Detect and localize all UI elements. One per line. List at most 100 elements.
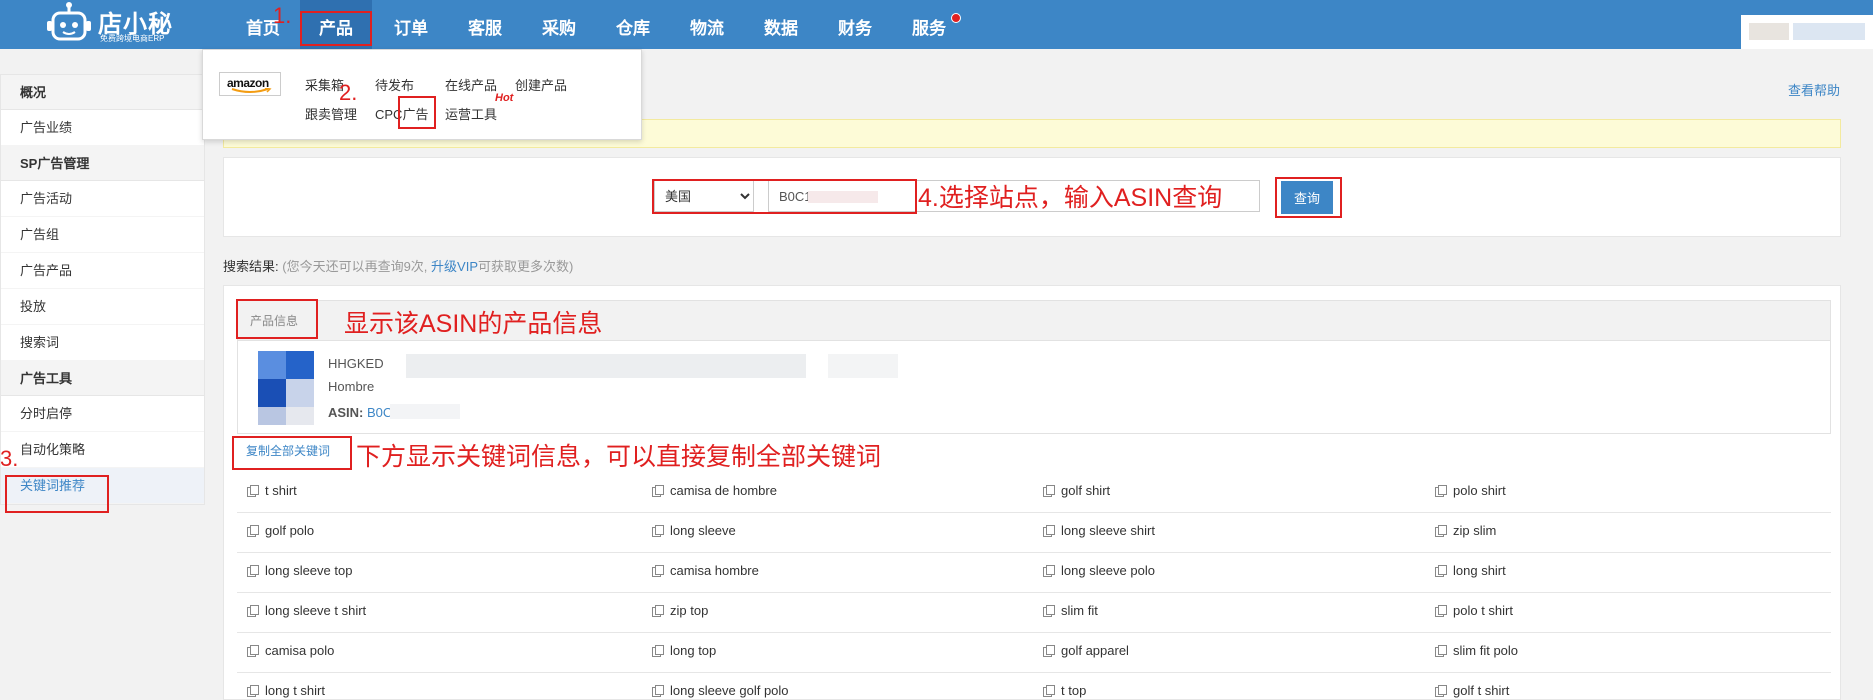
upgrade-vip-link[interactable]: 升级VIP — [431, 259, 478, 274]
copy-icon — [1043, 525, 1055, 537]
product-asin: ASIN: B0C1 — [328, 405, 400, 420]
keyword-text: long sleeve golf polo — [670, 683, 789, 698]
copy-icon — [247, 565, 259, 577]
table-row: long sleeve top camisa hombre long sleev… — [237, 553, 1831, 593]
logo[interactable]: 店小秘 免费跨境电商ERP — [46, 2, 176, 44]
copy-icon — [1043, 565, 1055, 577]
keyword-item[interactable]: camisa polo — [247, 643, 334, 658]
keyword-item[interactable]: golf shirt — [1043, 483, 1110, 498]
keyword-item[interactable]: golf polo — [247, 523, 314, 538]
keyword-item[interactable]: slim fit polo — [1435, 643, 1518, 658]
copy-icon — [1435, 565, 1447, 577]
keyword-item[interactable]: long sleeve — [652, 523, 736, 538]
nav-warehouse[interactable]: 仓库 — [606, 0, 660, 49]
keyword-text: slim fit polo — [1453, 643, 1519, 658]
nav-logistics[interactable]: 物流 — [680, 0, 734, 49]
annotation-step-1: 1. — [273, 3, 292, 28]
sidebar-item-targeting[interactable]: 投放 — [1, 289, 204, 325]
keyword-item[interactable]: long shirt — [1435, 563, 1506, 578]
keyword-item[interactable]: long sleeve shirt — [1043, 523, 1155, 538]
annotation-step-4: 4.选择站点，输入ASIN查询 — [918, 184, 1223, 212]
copy-icon — [652, 485, 664, 497]
nav-orders[interactable]: 订单 — [384, 0, 438, 49]
hot-badge: Hot — [495, 92, 514, 104]
keyword-item[interactable]: long sleeve golf polo — [652, 683, 789, 698]
keyword-item[interactable]: long sleeve t shirt — [247, 603, 366, 618]
help-link[interactable]: 查看帮助 — [1788, 80, 1840, 99]
brand-tagline: 免费跨境电商ERP — [100, 34, 165, 43]
sidebar-section-ad-tools: 广告工具 — [1, 361, 204, 396]
sidebar-item-automation[interactable]: 自动化策略 — [1, 432, 204, 468]
keyword-item[interactable]: golf apparel — [1043, 643, 1129, 658]
keyword-text: golf shirt — [1061, 483, 1111, 498]
menu-item-follow-sell[interactable]: 跟卖管理 — [305, 104, 357, 123]
result-note-before: (您今天还可以再查询9次, — [282, 259, 432, 274]
keyword-item[interactable]: long t shirt — [247, 683, 325, 698]
keyword-item[interactable]: slim fit — [1043, 603, 1098, 618]
result-note-after: 可获取更多次数) — [478, 259, 574, 274]
table-row: camisa polo long top golf apparel slim f… — [237, 633, 1831, 673]
copy-icon — [1043, 685, 1055, 697]
user-account[interactable] — [1741, 15, 1873, 49]
keyword-item[interactable]: long top — [652, 643, 716, 658]
copy-icon — [247, 525, 259, 537]
results-panel: 产品信息 HHGKED Hombre ASIN: B0C1 复制全部关键词 t … — [223, 285, 1841, 700]
sidebar-item-ad-groups[interactable]: 广告组 — [1, 217, 204, 253]
keyword-item[interactable]: camisa de hombre — [652, 483, 777, 498]
keyword-text: long sleeve polo — [1061, 563, 1155, 578]
robot-logo-icon — [47, 2, 91, 41]
copy-icon — [1435, 525, 1447, 537]
keyword-item[interactable]: long sleeve polo — [1043, 563, 1155, 578]
product-subtitle: Hombre — [328, 379, 375, 394]
keyword-text: camisa de hombre — [670, 483, 777, 498]
keyword-item[interactable]: polo shirt — [1435, 483, 1506, 498]
annotation-box-products — [300, 11, 372, 46]
keyword-item[interactable]: golf t shirt — [1435, 683, 1509, 698]
copy-icon — [1435, 645, 1447, 657]
copy-icon — [1435, 685, 1447, 697]
keyword-text: golf apparel — [1061, 643, 1129, 658]
keyword-text: golf t shirt — [1453, 683, 1510, 698]
keyword-item[interactable]: camisa hombre — [652, 563, 759, 578]
copy-icon — [1043, 645, 1055, 657]
search-result-line: 搜索结果: (您今天还可以再查询9次, 升级VIP可获取更多次数) — [223, 256, 573, 275]
sidebar-item-campaigns[interactable]: 广告活动 — [1, 181, 204, 217]
notification-dot — [951, 13, 961, 23]
keyword-item[interactable]: long sleeve top — [247, 563, 352, 578]
copy-icon — [652, 645, 664, 657]
copy-icon — [1435, 605, 1447, 617]
annotation-keyword-note: 下方显示关键词信息，可以直接复制全部关键词 — [356, 443, 882, 471]
keyword-text: long shirt — [1453, 563, 1506, 578]
username-redacted — [1793, 23, 1865, 40]
table-row: long t shirt long sleeve golf polo t top… — [237, 673, 1831, 700]
sidebar-item-search-terms[interactable]: 搜索词 — [1, 325, 204, 361]
sidebar-item-dayparting[interactable]: 分时启停 — [1, 396, 204, 432]
nav-customer-service[interactable]: 客服 — [458, 0, 512, 49]
nav-services[interactable]: 服务 — [902, 0, 956, 49]
asin-label: ASIN: — [328, 405, 364, 420]
copy-icon — [247, 605, 259, 617]
keyword-item[interactable]: polo t shirt — [1435, 603, 1513, 618]
keyword-item[interactable]: zip slim — [1435, 523, 1496, 538]
keyword-text: long top — [670, 643, 717, 658]
keyword-item[interactable]: t shirt — [247, 483, 297, 498]
menu-item-pending-publish[interactable]: 待发布 — [375, 75, 414, 94]
copy-icon — [1043, 485, 1055, 497]
nav-finance[interactable]: 财务 — [828, 0, 882, 49]
menu-item-create-product[interactable]: 创建产品 — [515, 75, 567, 94]
keyword-item[interactable]: t top — [1043, 683, 1086, 698]
sidebar-item-ad-performance[interactable]: 广告业绩 — [1, 110, 204, 146]
keyword-text: polo t shirt — [1453, 603, 1513, 618]
avatar — [1749, 23, 1789, 40]
copy-icon — [652, 525, 664, 537]
keyword-text: t shirt — [265, 483, 297, 498]
menu-item-operation-tools[interactable]: 运营工具 — [445, 104, 497, 123]
menu-item-online-products[interactable]: 在线产品 — [445, 75, 497, 94]
asin-value-redacted — [390, 404, 460, 419]
nav-purchasing[interactable]: 采购 — [532, 0, 586, 49]
keyword-item[interactable]: zip top — [652, 603, 708, 618]
sidebar-item-ad-products[interactable]: 广告产品 — [1, 253, 204, 289]
nav-data[interactable]: 数据 — [754, 0, 808, 49]
annotation-box-cpc — [398, 96, 436, 129]
annotation-step-3: 3. — [0, 446, 19, 471]
